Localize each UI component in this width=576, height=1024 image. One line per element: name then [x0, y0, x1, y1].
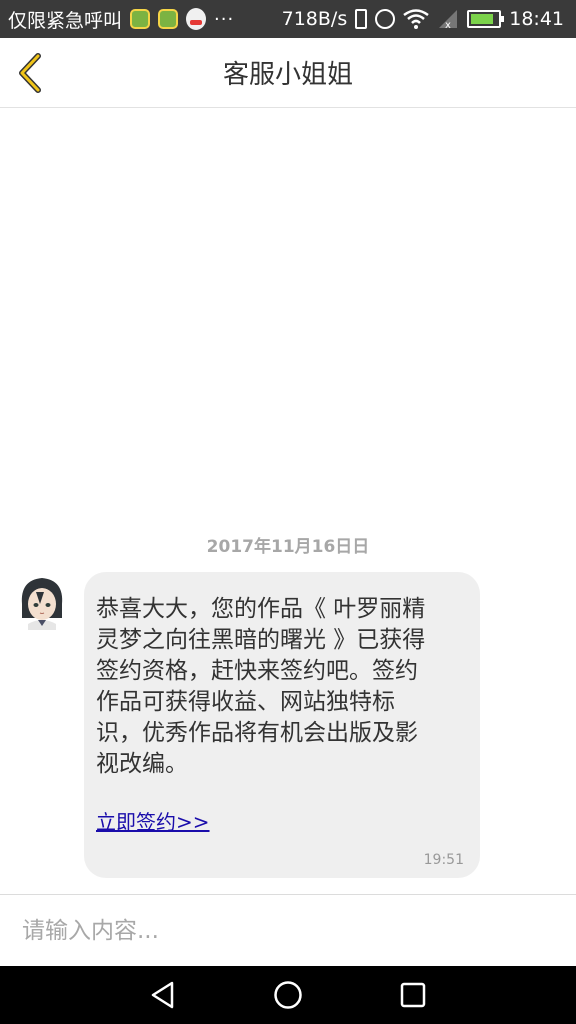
- carrier-text: 仅限紧急呼叫: [8, 9, 123, 32]
- signal-icon: x: [437, 9, 459, 31]
- alarm-icon: [375, 9, 396, 29]
- chat-area[interactable]: 2017年11月16日日 恭喜大大，您的作品《 叶罗丽精灵梦之向往黑暗的曙光 》…: [0, 108, 576, 894]
- wifi-icon: [403, 9, 429, 29]
- qq-icon: [186, 8, 207, 30]
- back-triangle-icon: [151, 981, 173, 1009]
- message-time: 19:51: [423, 852, 464, 868]
- date-divider: 2017年11月16日日: [206, 537, 370, 557]
- net-speed: 718B/s: [281, 8, 348, 30]
- status-bar-left: 仅限紧急呼叫 ···: [8, 6, 234, 33]
- system-nav-bar: [0, 966, 576, 1024]
- more-notifications: ···: [214, 8, 235, 30]
- message-input-bar: [0, 894, 576, 966]
- wechat-money-icon: [130, 9, 151, 29]
- chevron-left-icon: [19, 53, 41, 93]
- message-text: 恭喜大大，您的作品《 叶罗丽精灵梦之向往黑暗的曙光 》已获得签约资格，赶快来签约…: [96, 596, 426, 777]
- home-circle-icon: [274, 981, 302, 1009]
- chat-header: 客服小姐姐: [0, 38, 576, 108]
- status-bar: 仅限紧急呼叫 ··· 718B/s x 18:41: [0, 0, 576, 38]
- message-input[interactable]: [0, 895, 576, 966]
- sign-now-link[interactable]: 立即签约>>: [96, 806, 210, 835]
- wechat-money-icon: [158, 9, 179, 29]
- avatar[interactable]: [18, 574, 66, 630]
- message-bubble[interactable]: 恭喜大大，您的作品《 叶罗丽精灵梦之向往黑暗的曙光 》已获得签约资格，赶快来签约…: [84, 572, 480, 878]
- nav-back-button[interactable]: [143, 975, 183, 1015]
- vibrate-icon: [355, 9, 368, 29]
- page-title: 客服小姐姐: [222, 60, 353, 90]
- nav-home-button[interactable]: [268, 975, 308, 1015]
- nav-recents-button[interactable]: [393, 975, 433, 1015]
- back-button[interactable]: [10, 52, 50, 94]
- svg-text:x: x: [445, 20, 451, 29]
- status-bar-right: 718B/s x 18:41: [281, 8, 564, 31]
- battery-charging-icon: [467, 10, 505, 28]
- status-time: 18:41: [509, 8, 564, 30]
- recents-square-icon: [401, 982, 426, 1008]
